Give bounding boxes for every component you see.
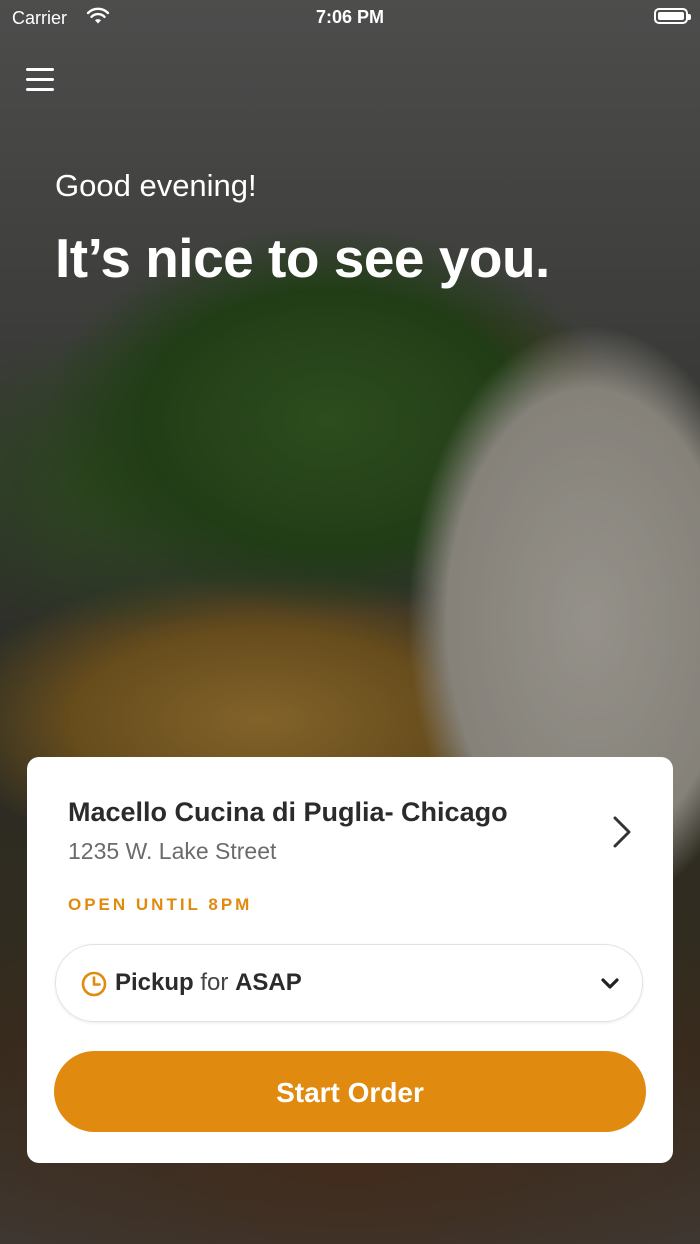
chevron-right-icon: [610, 815, 634, 854]
store-name: Macello Cucina di Puglia- Chicago: [68, 797, 508, 827]
battery-icon: [654, 8, 691, 24]
clock-icon: [81, 971, 107, 1002]
page-title: It’s nice to see you.: [55, 227, 550, 289]
store-address: 1235 W. Lake Street: [68, 838, 277, 864]
order-mode-time: ASAP: [235, 969, 302, 996]
order-mode-connector: for: [200, 969, 229, 996]
greeting-text: Good evening!: [55, 168, 257, 203]
order-mode-text: Pickup for ASAP: [115, 969, 302, 997]
store-card: Macello Cucina di Puglia- Chicago 1235 W…: [27, 757, 673, 1163]
chevron-down-icon: [600, 977, 620, 996]
hamburger-menu-icon[interactable]: [26, 66, 56, 94]
order-mode-type: Pickup: [115, 969, 194, 996]
order-mode-dropdown[interactable]: Pickup for ASAP: [55, 944, 643, 1022]
status-time: 7:06 PM: [315, 7, 385, 27]
start-order-button[interactable]: Start Order: [54, 1051, 646, 1132]
open-status-label: OPEN UNTIL 8PM: [68, 895, 253, 914]
status-bar: Carrier 7:06 PM: [0, 0, 700, 36]
store-selector[interactable]: Macello Cucina di Puglia- Chicago 1235 W…: [27, 757, 673, 877]
